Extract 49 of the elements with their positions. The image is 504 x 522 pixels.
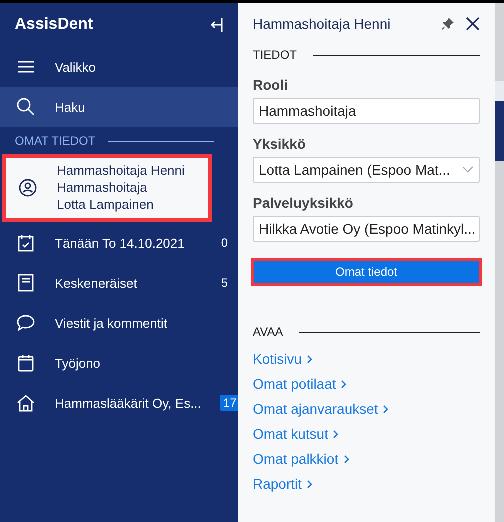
calendar-icon — [16, 353, 36, 373]
home-icon — [16, 393, 36, 413]
input-field[interactable]: Hilkka Avotie Oy (Espoo Matinkyl... — [253, 216, 480, 242]
link[interactable]: Kotisivu — [253, 350, 480, 369]
section-label: TIEDOT — [253, 48, 297, 62]
menu-item[interactable]: Keskeneräiset 5 — [0, 263, 238, 303]
close-icon[interactable] — [466, 17, 480, 31]
chevron-right-icon — [307, 480, 314, 489]
chevron-right-icon — [333, 430, 340, 439]
field-label: Rooli — [253, 77, 289, 93]
link[interactable]: Omat kutsut — [253, 425, 480, 444]
user-icon — [18, 178, 38, 198]
menu-item[interactable]: Hammaslääkärit Oy, Es... 17 — [0, 383, 238, 423]
section-label: OMAT TIEDOT — [15, 134, 96, 148]
link[interactable]: Omat ajanvaraukset — [253, 400, 480, 419]
menu-item[interactable]: Työjono — [0, 343, 238, 383]
link[interactable]: Omat potilaat — [253, 375, 480, 394]
document-icon — [16, 273, 36, 293]
field-label: Palveluyksikkö — [253, 195, 354, 211]
profile-item[interactable]: Hammashoitaja Henni Hammashoitaja Lotta Lampainen — [2, 154, 212, 222]
count-label: 5 — [221, 276, 228, 290]
chevron-right-icon — [383, 405, 390, 414]
pin-icon[interactable] — [442, 18, 454, 30]
menu-item[interactable]: Valikko — [0, 47, 238, 87]
chevron-right-icon — [344, 455, 350, 464]
menu-item[interactable]: Tänään To 14.10.2021 0 — [0, 223, 238, 263]
chevron-right-icon — [307, 355, 314, 364]
profile-text: Lotta Lampainen — [57, 197, 155, 213]
section-label: AVAA — [253, 325, 284, 339]
panel-title: Hammashoitaja Henni — [253, 16, 392, 32]
field-label: Yksikkö — [253, 136, 307, 152]
count-badge: 17 — [220, 395, 240, 411]
app-title: AssisDent — [15, 16, 94, 34]
profile-text: Hammashoitaja — [57, 180, 148, 196]
link[interactable]: Raportit — [253, 475, 480, 494]
chat-icon — [16, 313, 36, 333]
own-info-button[interactable]: Omat tiedot — [254, 261, 479, 283]
count-label: 0 — [221, 236, 228, 250]
chevron-down-icon — [462, 166, 474, 174]
input-field[interactable]: Hammashoitaja — [253, 98, 480, 124]
collapse-icon[interactable] — [210, 17, 224, 33]
link[interactable]: Omat palkkiot — [253, 450, 480, 469]
calendar-check-icon — [16, 233, 36, 253]
select-field[interactable]: Lotta Lampainen (Espoo Mat... — [253, 157, 480, 183]
profile-text: Hammashoitaja Henni — [57, 163, 185, 179]
menu-item[interactable]: Haku — [0, 87, 238, 127]
chevron-right-icon — [341, 380, 348, 389]
search-icon — [16, 97, 36, 117]
menu-item[interactable]: Viestit ja kommentit — [0, 303, 238, 343]
